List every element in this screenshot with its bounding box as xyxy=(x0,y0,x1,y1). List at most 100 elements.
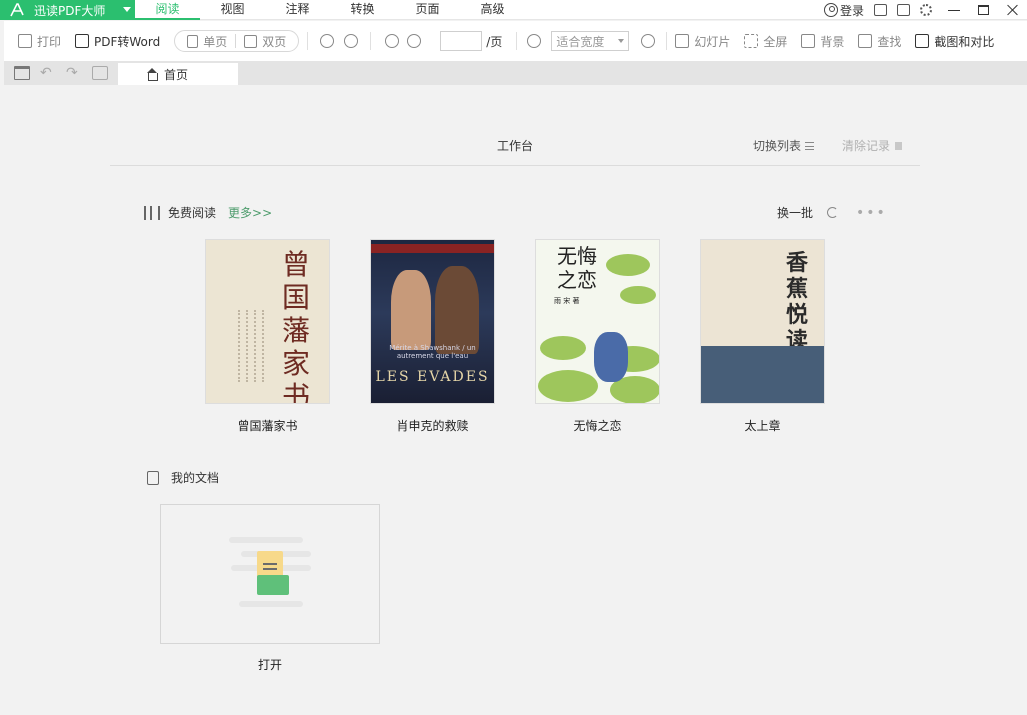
undo-icon[interactable]: ↶ xyxy=(40,66,56,80)
rotate-right-icon[interactable] xyxy=(320,34,335,48)
open-file-card[interactable] xyxy=(160,504,380,644)
fullscreen-icon xyxy=(744,34,759,48)
double-page-icon xyxy=(244,34,258,48)
refresh-batch-label: 换一批 xyxy=(777,206,814,220)
book-cover[interactable]: 香蕉悦读 xyxy=(700,239,825,404)
skin-icon[interactable] xyxy=(897,4,910,16)
book-title[interactable]: 肖申克的救赎 xyxy=(370,417,495,434)
divider xyxy=(235,34,237,48)
open-folder-icon[interactable] xyxy=(14,66,30,80)
maximize-button[interactable] xyxy=(978,5,989,15)
find-button[interactable]: 查找 xyxy=(858,29,901,53)
cover-figure xyxy=(391,270,431,350)
home-icon xyxy=(146,68,158,81)
fullscreen-button[interactable]: 全屏 xyxy=(744,29,787,53)
book-title[interactable]: 太上章 xyxy=(700,417,825,434)
printer-icon xyxy=(18,34,32,48)
switch-list-label: 切换列表 xyxy=(753,139,802,153)
print-label: 打印 xyxy=(37,34,62,49)
book-item[interactable]: Mérite à Shawshank / un autrement que l'… xyxy=(370,239,495,434)
background-button[interactable]: 背景 xyxy=(801,29,844,53)
divider xyxy=(110,165,920,166)
book-item[interactable]: 曾国藩家书 曾国藩家书 xyxy=(205,239,330,434)
book-title[interactable]: 曾国藩家书 xyxy=(205,417,330,434)
app-title: 迅读PDF大师 xyxy=(34,3,106,18)
zoom-value: 适合宽度 xyxy=(556,34,605,49)
switch-list-button[interactable]: 切换列表 xyxy=(753,137,815,154)
menu-tab-view[interactable]: 视图 xyxy=(200,0,265,20)
app-menu-button[interactable]: 迅读PDF大师 xyxy=(0,0,135,20)
background-icon xyxy=(801,34,816,48)
menu-tab-advanced[interactable]: 高级 xyxy=(460,0,525,20)
clear-history-button[interactable]: 清除记录 xyxy=(842,137,903,154)
slideshow-button[interactable]: 幻灯片 xyxy=(675,29,730,53)
book-cover[interactable]: 曾国藩家书 xyxy=(205,239,330,404)
cover-band xyxy=(701,346,824,403)
cover-author: 雨 宋 著 xyxy=(554,297,580,305)
search-icon xyxy=(858,34,873,48)
pdf-to-word-button[interactable]: PDF转Word xyxy=(75,29,160,53)
window-controls: 登录 xyxy=(823,0,1027,20)
workspace: 工作台 切换列表 清除记录 免费阅读 更多>> 换一批 ••• 曾国藩家书 曾国… xyxy=(4,85,1027,715)
cover-figure xyxy=(594,332,628,382)
page-number-input[interactable] xyxy=(440,31,483,51)
chevron-down-icon[interactable] xyxy=(123,7,131,12)
folder-icon xyxy=(257,575,289,595)
word-icon xyxy=(75,34,90,48)
single-page-button[interactable]: 单页 xyxy=(183,33,231,50)
menu-tab-page[interactable]: 页面 xyxy=(395,0,460,20)
more-link[interactable]: 更多>> xyxy=(228,204,272,221)
slideshow-icon xyxy=(675,34,690,48)
document-tab-strip: ↶ ↷ 首页 xyxy=(4,61,1027,85)
find-label: 查找 xyxy=(877,34,902,49)
menu-tab-annotate[interactable]: 注释 xyxy=(265,0,330,20)
redo-icon[interactable]: ↷ xyxy=(66,66,82,80)
menu-tab-read[interactable]: 阅读 xyxy=(135,0,200,20)
next-page-icon[interactable] xyxy=(407,34,422,48)
zoom-in-icon[interactable] xyxy=(641,34,656,48)
save-icon[interactable] xyxy=(92,66,108,80)
divider xyxy=(666,32,668,50)
menu-tab-convert[interactable]: 转换 xyxy=(330,0,395,20)
pdf-to-word-label: PDF转Word xyxy=(94,34,161,49)
tab-home[interactable]: 首页 xyxy=(118,63,238,85)
more-options-icon[interactable]: ••• xyxy=(856,205,887,221)
divider xyxy=(370,32,372,50)
minimize-button[interactable] xyxy=(948,9,960,11)
feedback-icon[interactable] xyxy=(874,4,887,16)
book-title[interactable]: 无悔之恋 xyxy=(535,417,660,434)
gear-icon[interactable] xyxy=(920,4,932,16)
screenshot-compare-button[interactable]: 截图和对比 xyxy=(915,29,994,53)
book-item[interactable]: 无悔之恋 雨 宋 著 无悔之恋 xyxy=(535,239,660,434)
rotate-left-icon[interactable] xyxy=(344,34,359,48)
compare-icon xyxy=(915,34,930,48)
refresh-batch-button[interactable]: 换一批 ••• xyxy=(777,204,887,221)
page-mode-switch: 单页 双页 xyxy=(174,30,300,52)
open-file-label[interactable]: 打开 xyxy=(160,656,380,673)
login-button[interactable]: 登录 xyxy=(823,2,864,19)
prev-page-icon[interactable] xyxy=(385,34,400,48)
book-cover[interactable]: Mérite à Shawshank / un autrement que l'… xyxy=(370,239,495,404)
books-icon xyxy=(144,205,160,220)
cover-leaf xyxy=(620,286,656,304)
cover-leaf xyxy=(606,254,650,276)
toolbar: 打印 PDF转Word 单页 双页 /页 适合宽度 幻灯片 全屏 背景 查找 截… xyxy=(4,21,1027,61)
app-logo-icon xyxy=(8,0,26,20)
my-docs-header: 我的文档 xyxy=(147,469,219,486)
print-button[interactable]: 打印 xyxy=(18,29,61,53)
document-icon xyxy=(147,470,159,485)
clear-history-label: 清除记录 xyxy=(842,139,891,153)
workspace-title: 工作台 xyxy=(497,139,534,153)
divider xyxy=(516,32,518,50)
book-item[interactable]: 香蕉悦读 太上章 xyxy=(700,239,825,434)
page-suffix: /页 xyxy=(486,34,503,49)
double-page-button[interactable]: 双页 xyxy=(240,33,290,50)
list-icon xyxy=(805,141,815,150)
tab-home-label: 首页 xyxy=(164,67,189,82)
close-button[interactable] xyxy=(1007,4,1019,16)
zoom-out-icon[interactable] xyxy=(527,34,542,48)
cover-leaf xyxy=(538,370,598,402)
zoom-select[interactable]: 适合宽度 xyxy=(551,31,630,51)
slideshow-label: 幻灯片 xyxy=(694,34,731,49)
book-cover[interactable]: 无悔之恋 雨 宋 著 xyxy=(535,239,660,404)
